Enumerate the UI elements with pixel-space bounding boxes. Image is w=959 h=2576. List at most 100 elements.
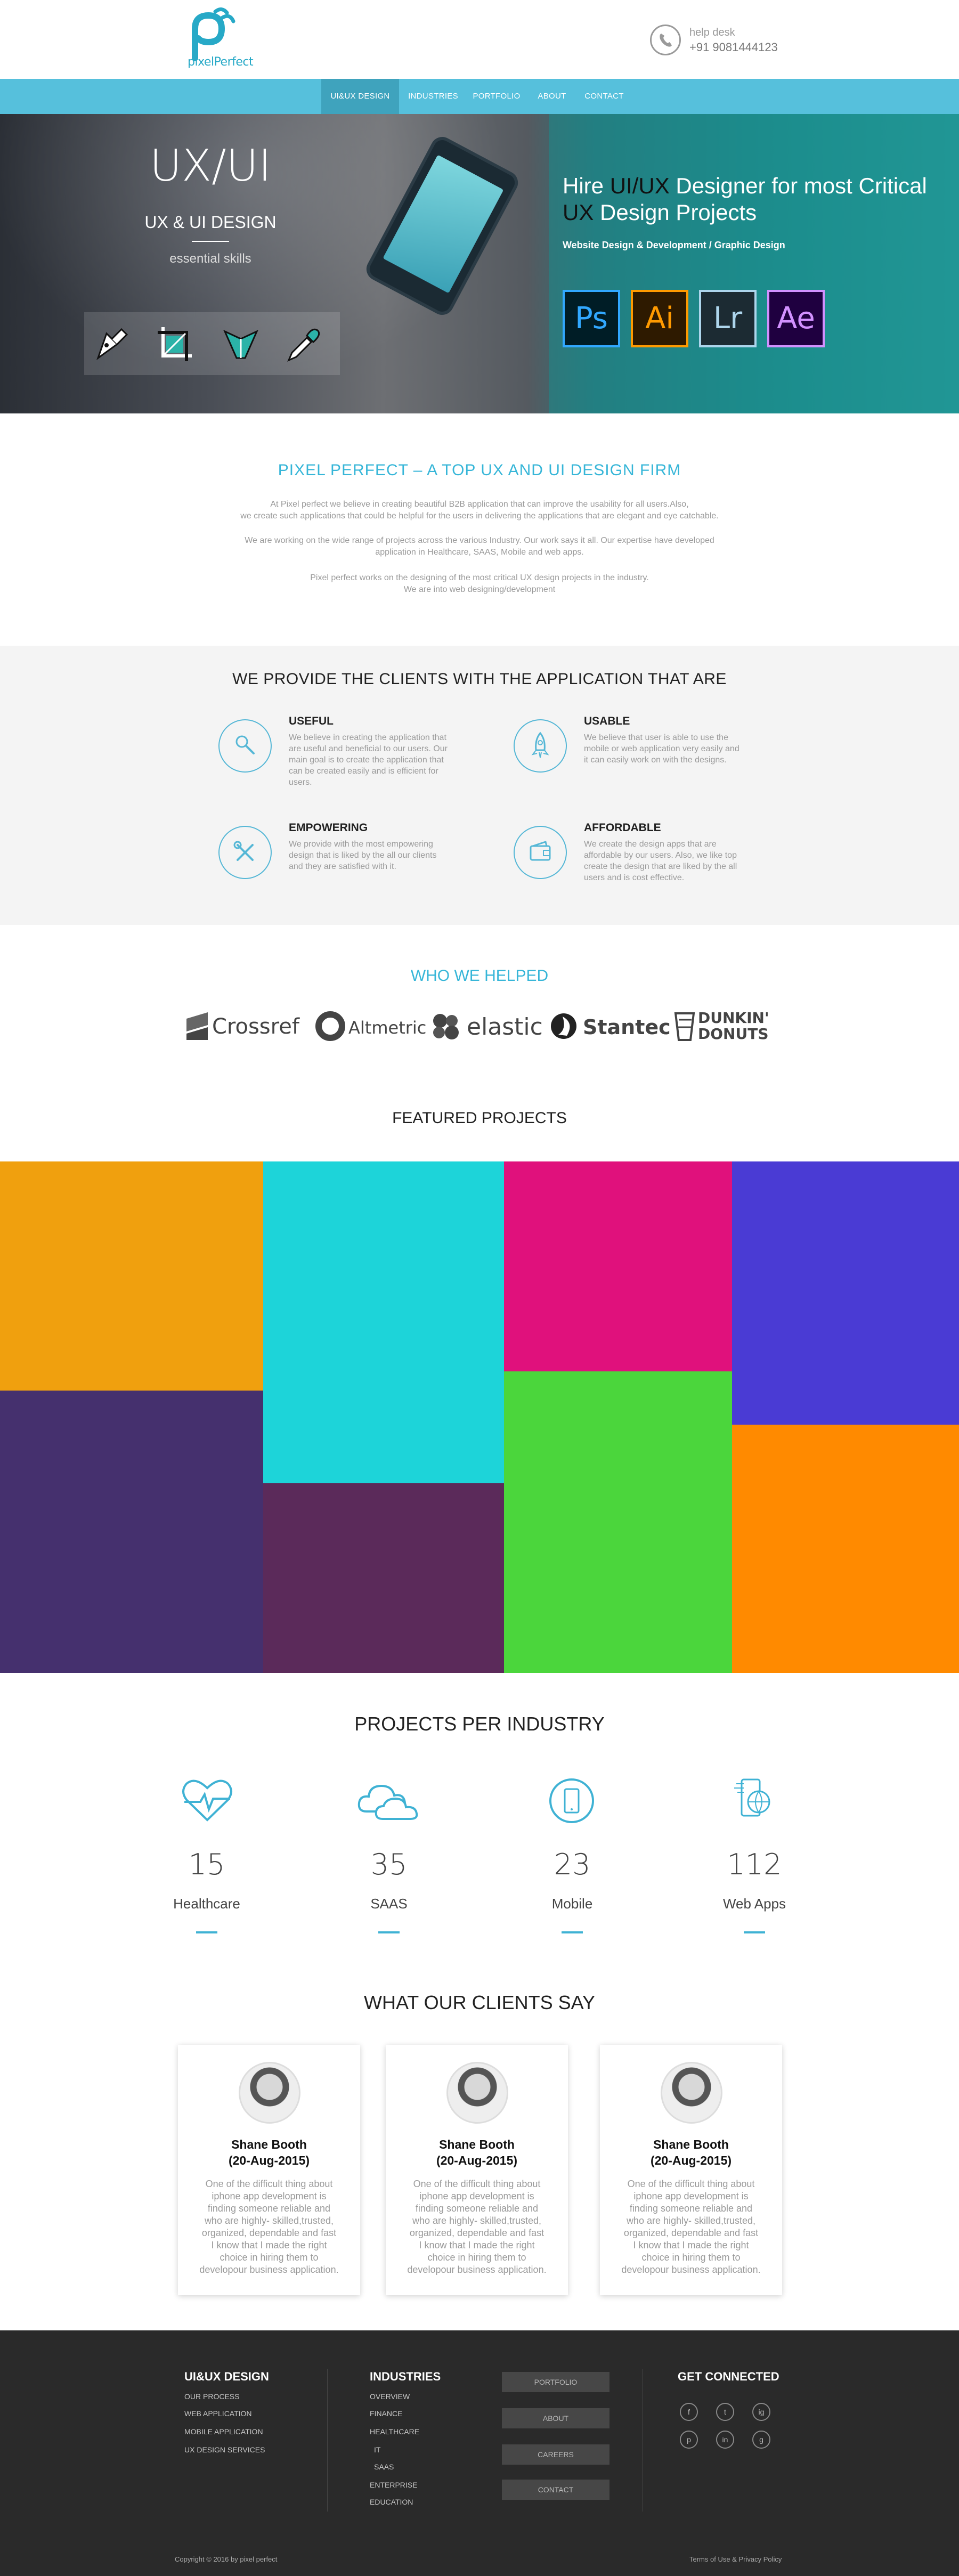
headline-part: Hire — [563, 173, 610, 198]
footer-col1-title: UI&UX DESIGN — [184, 2370, 269, 2383]
project-tile[interactable] — [504, 1371, 732, 1673]
crop-tool-icon — [158, 327, 192, 361]
client-logo-crossref: Crossref — [212, 1014, 299, 1039]
testimonial-author: Shane Booth (20-Aug-2015) — [386, 2136, 568, 2168]
site-header: pixelPerfect help desk +91 9081444123 — [0, 0, 959, 79]
stat-underline — [378, 1931, 400, 1933]
helpdesk-phone[interactable]: +91 9081444123 — [689, 40, 778, 54]
headline-part: Design Projects — [594, 200, 757, 225]
footer-link[interactable]: UX DESIGN SERVICES — [184, 2445, 265, 2454]
footer-link[interactable]: SAAS — [374, 2463, 394, 2471]
footer-link[interactable]: HEALTHCARE — [370, 2427, 419, 2436]
project-tile[interactable] — [0, 1391, 263, 1673]
stantec-logo-icon — [551, 1013, 576, 1039]
intro-line: We are working on the wide range of proj… — [245, 536, 714, 545]
clients-title: WHO WE HELPED — [410, 967, 549, 985]
stat-label-mobile: Mobile — [551, 1896, 593, 1912]
altmetric-logo-icon — [315, 1011, 345, 1041]
intro-title: PIXEL PERFECT – A TOP UX AND UI DESIGN F… — [278, 461, 681, 479]
project-tile[interactable] — [732, 1425, 959, 1673]
footer-portfolio-button[interactable]: PORTFOLIO — [502, 2372, 609, 2392]
project-tile[interactable] — [263, 1161, 504, 1483]
footer-careers-button[interactable]: CAREERS — [502, 2444, 609, 2465]
footer-link[interactable]: ENTERPRISE — [370, 2481, 417, 2489]
footer-about-button[interactable]: ABOUT — [502, 2408, 609, 2428]
nav-industries[interactable]: INDUSTRIES — [403, 79, 463, 114]
footer-link[interactable]: OUR PROCESS — [184, 2392, 239, 2401]
twitter-icon[interactable]: t — [716, 2403, 734, 2421]
client-logo-stantec: Stantec — [583, 1015, 671, 1039]
client-logo-dunkin: DUNKIN' DONUTS — [698, 1009, 769, 1043]
footer-connect-title: GET CONNECTED — [678, 2370, 779, 2383]
tools-icon — [218, 826, 272, 879]
nav-ui-ux-design[interactable]: UI&UX DESIGN — [321, 79, 399, 114]
feature-title-affordable: AFFORDABLE — [584, 822, 661, 834]
pinterest-icon[interactable]: p — [680, 2431, 698, 2449]
footer-link[interactable]: OVERVIEW — [370, 2392, 410, 2401]
nav-portfolio[interactable]: PORTFOLIO — [467, 79, 526, 114]
facebook-icon[interactable]: f — [680, 2403, 698, 2421]
avatar — [446, 2062, 508, 2124]
intro-line: application in Healthcare, SAAS, Mobile … — [375, 548, 584, 557]
footer-link[interactable]: MOBILE APPLICATION — [184, 2427, 263, 2436]
copyright-text: Copyright © 2016 by pixel perfect — [175, 2555, 278, 2563]
hero-headline: Hire UI/UX Designer for most Critical UX… — [563, 173, 946, 226]
feature-text-usable: We believe that user is able to use the … — [584, 733, 739, 765]
footer-link[interactable]: FINANCE — [370, 2409, 402, 2418]
photoshop-icon: Ps — [563, 290, 620, 347]
main-navigation: UI&UX DESIGN INDUSTRIES PORTFOLIO ABOUT … — [0, 79, 959, 114]
after-effects-icon: Ae — [767, 290, 825, 347]
feature-text-useful: We believe in creating the application t… — [289, 733, 448, 787]
author-date: (20-Aug-2015) — [436, 2154, 518, 2167]
testimonial-text: One of the difficult thing about iphone … — [621, 2179, 761, 2275]
features-title: WE PROVIDE THE CLIENTS WITH THE APPLICAT… — [232, 670, 727, 688]
intro-paragraph-2: We are working on the wide range of proj… — [160, 535, 799, 558]
stat-underline — [744, 1931, 765, 1933]
industry-title: PROJECTS PER INDUSTRY — [354, 1713, 605, 1735]
footer-link[interactable]: WEB APPLICATION — [184, 2409, 252, 2418]
intro-line: Pixel perfect works on the designing of … — [310, 573, 649, 582]
author-name: Shane Booth — [439, 2138, 515, 2151]
google-icon[interactable]: g — [752, 2431, 770, 2449]
hero-divider — [192, 241, 229, 242]
terms-link[interactable]: Terms of Use & Privacy Policy — [689, 2555, 782, 2563]
nav-about[interactable]: ABOUT — [530, 79, 574, 114]
client-logo-altmetric: Altmetric — [348, 1018, 427, 1038]
testimonial-card: Shane Booth (20-Aug-2015) One of the dif… — [386, 2045, 568, 2295]
eyedropper-icon — [287, 328, 320, 362]
hero-banner: UX/UI UX & UI DESIGN essential skills Hi… — [0, 114, 959, 413]
project-tile[interactable] — [263, 1483, 504, 1673]
project-tile[interactable] — [0, 1161, 263, 1391]
testimonial-card: Shane Booth (20-Aug-2015) One of the dif… — [600, 2045, 782, 2295]
footer-contact-button[interactable]: CONTACT — [502, 2480, 609, 2500]
linkedin-icon[interactable]: in — [716, 2431, 734, 2449]
intro-paragraph-1: At Pixel perfect we believe in creating … — [160, 499, 799, 522]
author-name: Shane Booth — [231, 2138, 307, 2151]
testimonial-author: Shane Booth (20-Aug-2015) — [600, 2136, 782, 2168]
vector-shape-icon — [223, 329, 258, 359]
nav-contact[interactable]: CONTACT — [578, 79, 630, 114]
stat-value-mobile: 23 — [554, 1848, 591, 1881]
stat-value-web-apps: 112 — [727, 1848, 782, 1881]
project-tile[interactable] — [504, 1161, 732, 1371]
instagram-icon[interactable]: ig — [752, 2403, 770, 2421]
web-app-icon — [734, 1778, 770, 1817]
author-date: (20-Aug-2015) — [650, 2154, 732, 2167]
hero-services: Website Design & Development / Graphic D… — [563, 240, 785, 250]
avatar — [661, 2062, 722, 2124]
footer-link[interactable]: EDUCATION — [370, 2498, 413, 2506]
hero-teal-overlay — [549, 114, 959, 413]
footer-link[interactable]: IT — [374, 2445, 380, 2454]
intro-line: we create such applications that could b… — [240, 511, 719, 521]
project-tile[interactable] — [732, 1161, 959, 1425]
featured-title: FEATURED PROJECTS — [392, 1109, 567, 1127]
testimonials-title: WHAT OUR CLIENTS SAY — [363, 1992, 596, 2013]
headline-part: Designer for most Critical — [669, 173, 927, 198]
stat-label-healthcare: Healthcare — [173, 1896, 240, 1912]
magnifier-icon — [218, 719, 272, 773]
elastic-logo-icon — [433, 1014, 459, 1039]
site-footer — [0, 2330, 959, 2576]
feature-text-affordable: We create the design apps that are affor… — [584, 840, 737, 882]
logo-text[interactable]: pixelPerfect — [188, 55, 254, 69]
phone-icon — [650, 25, 681, 55]
